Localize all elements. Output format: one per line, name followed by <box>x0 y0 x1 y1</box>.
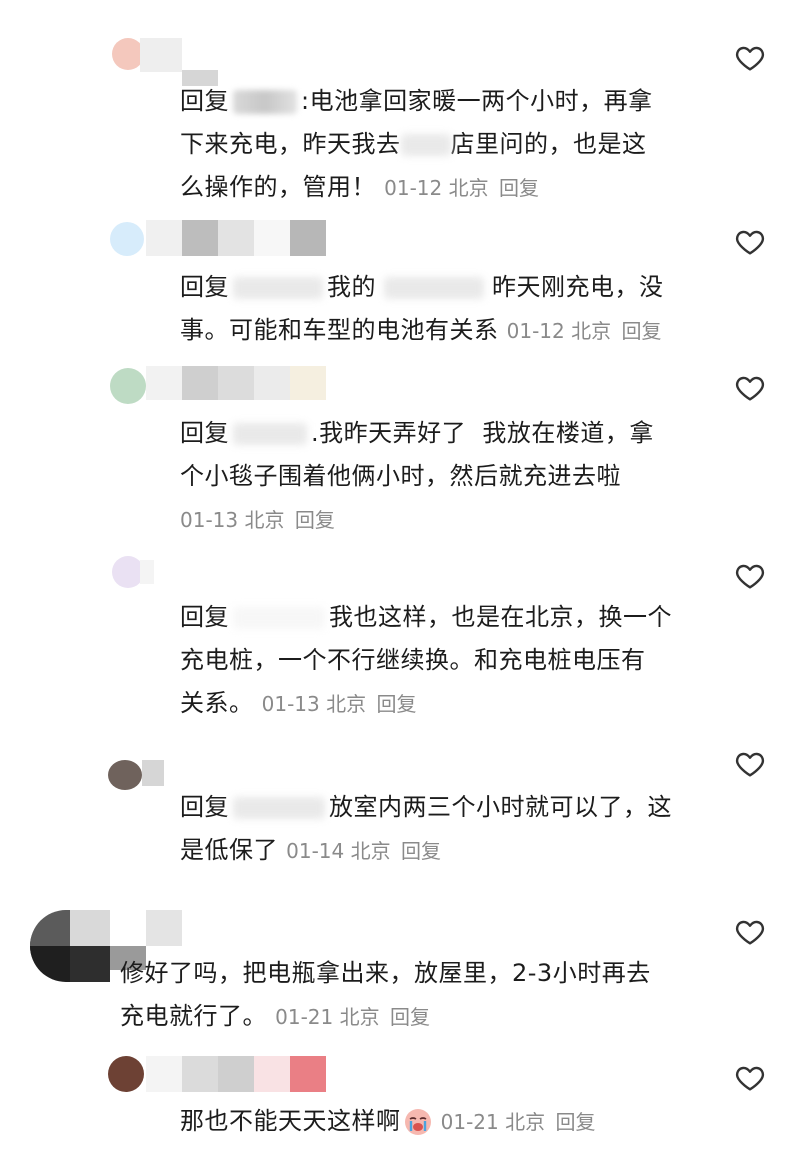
comment-location: 北京 <box>448 176 489 200</box>
comment-location: 北京 <box>505 1110 546 1134</box>
reply-button[interactable]: 回复 <box>555 1110 595 1134</box>
comment-date: 01-21 <box>440 1110 499 1134</box>
comment-item: 那也不能天天这样啊 01-21 北京 回复 <box>0 1050 800 1160</box>
reply-prefix[interactable]: 回复 <box>180 273 229 301</box>
reply-prefix[interactable]: 回复 <box>180 603 229 631</box>
username-mosaic[interactable] <box>146 366 326 400</box>
username-mosaic[interactable] <box>142 760 164 786</box>
comment-location: 北京 <box>571 319 612 343</box>
heart-outline-icon[interactable] <box>734 560 766 592</box>
comment-location: 北京 <box>326 692 367 716</box>
comment-item: 回复 我也这样，也是在北京，换一个 充电桩，一个不行继续换。和充电桩电压有 关系。… <box>0 548 800 728</box>
reply-prefix[interactable]: 回复 <box>180 87 229 115</box>
store-name-blurred <box>400 134 451 156</box>
avatar[interactable] <box>108 760 142 790</box>
reply-prefix[interactable]: 回复 <box>180 793 229 821</box>
mention-blurred[interactable] <box>233 90 297 114</box>
reply-button[interactable]: 回复 <box>621 319 661 343</box>
heart-outline-icon[interactable] <box>734 42 766 74</box>
avatar[interactable] <box>110 222 144 256</box>
comment-location: 北京 <box>339 1005 380 1029</box>
comment-location: 北京 <box>244 508 285 532</box>
comment-date: 01-21 <box>275 1005 334 1029</box>
avatar[interactable] <box>110 368 146 404</box>
comment-date: 01-14 <box>286 839 345 863</box>
reply-button[interactable]: 回复 <box>499 176 539 200</box>
comment-location: 北京 <box>350 839 391 863</box>
avatar-mosaic <box>30 910 110 946</box>
reply-button[interactable]: 回复 <box>376 692 416 716</box>
comment-item: 回复:电池拿回家暖一两个小时，再拿 下来充电，昨天我去 店里问的，也是这 么操作的… <box>0 30 800 201</box>
username-mosaic[interactable] <box>146 220 326 256</box>
comment-date: 01-13 <box>261 692 320 716</box>
comment-item: 回复 放室内两三个小时就可以了，这 是低保了 01-14 北京 回复 <box>0 740 800 880</box>
heart-outline-icon[interactable] <box>734 916 766 948</box>
reply-button[interactable]: 回复 <box>401 839 441 863</box>
comment-date: 01-12 <box>384 176 443 200</box>
vehicle-name-blurred <box>384 277 484 299</box>
reply-prefix[interactable]: 回复 <box>180 419 229 447</box>
avatar-mosaic <box>30 946 110 982</box>
heart-outline-icon[interactable] <box>734 372 766 404</box>
comment-text: 回复 我的 昨天刚充电，没 事。可能和车型的电池有关系 01-12 北京 回复 <box>180 273 664 344</box>
username-mosaic[interactable] <box>140 560 154 584</box>
reply-button[interactable]: 回复 <box>390 1005 430 1029</box>
username-mosaic[interactable] <box>110 910 182 946</box>
comment-item: 回复 我的 昨天刚充电，没 事。可能和车型的电池有关系 01-12 北京 回复 <box>0 210 800 350</box>
heart-outline-icon[interactable] <box>734 226 766 258</box>
comment-text: 回复 我也这样，也是在北京，换一个 充电桩，一个不行继续换。和充电桩电压有 关系。… <box>180 603 672 717</box>
heart-outline-icon[interactable] <box>734 748 766 780</box>
comment-text: 修好了吗，把电瓶拿出来，放屋里，2-3小时再去 充电就行了。 01-21 北京 … <box>120 959 651 1030</box>
comment-text: 回复 放室内两三个小时就可以了，这 是低保了 01-14 北京 回复 <box>180 793 672 864</box>
comment-date: 01-13 <box>180 508 239 532</box>
mention-blurred[interactable] <box>233 797 325 819</box>
mention-blurred[interactable] <box>233 277 323 299</box>
heart-outline-icon[interactable] <box>734 1062 766 1094</box>
comment-item: 回复 .我昨天弄好了 我放在楼道，拿 个小毯子围着他俩小时，然后就充进去啦 01-… <box>0 360 800 540</box>
crying-face-emoji <box>404 1109 431 1135</box>
avatar[interactable] <box>108 1056 144 1092</box>
mention-blurred[interactable] <box>233 423 307 445</box>
username-mosaic[interactable] <box>140 38 182 72</box>
comment-item: 修好了吗，把电瓶拿出来，放屋里，2-3小时再去 充电就行了。 01-21 北京 … <box>0 900 800 1040</box>
comment-text: 回复:电池拿回家暖一两个小时，再拿 下来充电，昨天我去 店里问的，也是这 么操作的… <box>180 87 653 201</box>
comment-text: 回复 .我昨天弄好了 我放在楼道，拿 个小毯子围着他俩小时，然后就充进去啦 01-… <box>180 419 654 532</box>
comment-date: 01-12 <box>506 319 565 343</box>
username-mosaic[interactable] <box>146 1056 326 1092</box>
mention-blurred[interactable] <box>233 607 325 629</box>
comment-text: 那也不能天天这样啊 01-21 北京 回复 <box>180 1107 596 1135</box>
reply-button[interactable]: 回复 <box>295 508 335 532</box>
